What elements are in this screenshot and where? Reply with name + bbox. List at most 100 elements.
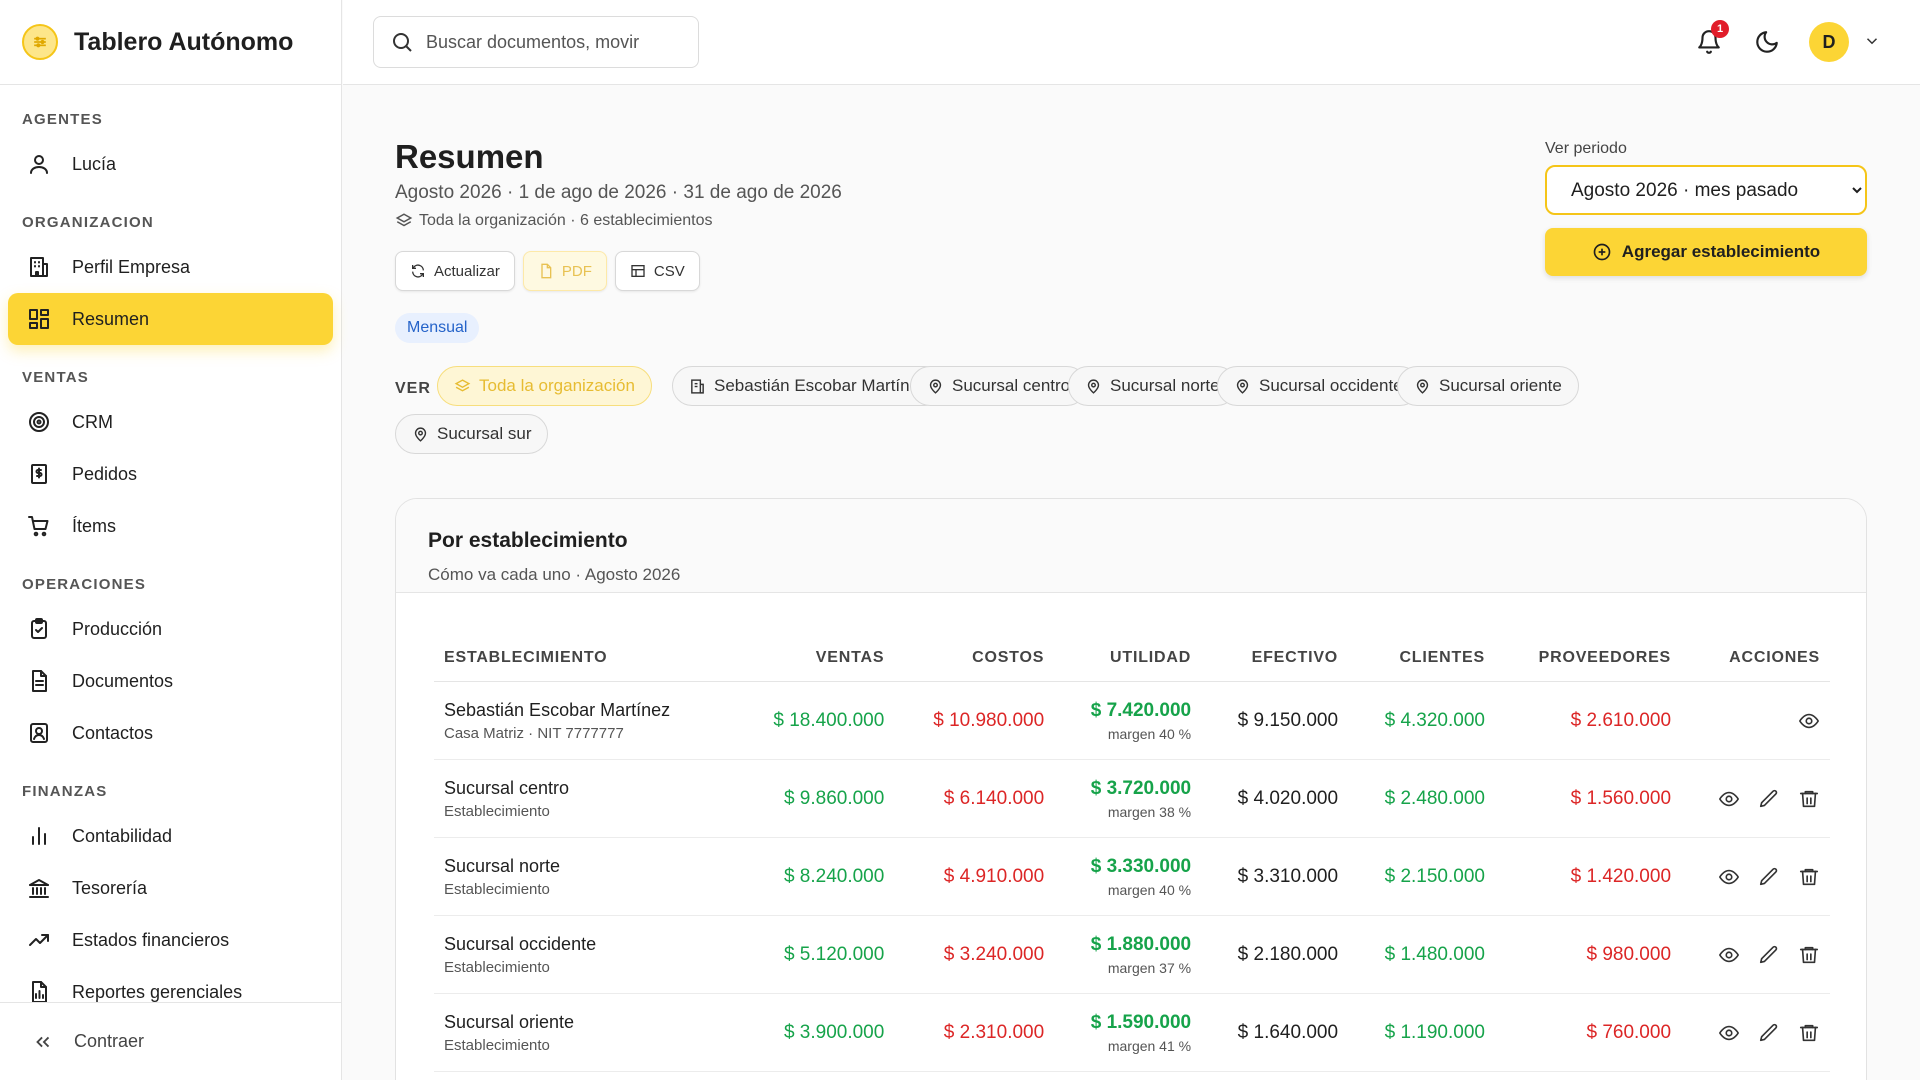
row-actions	[1691, 788, 1820, 810]
pencil-icon[interactable]	[1758, 944, 1780, 966]
brand-logo-icon	[22, 24, 58, 60]
table-row[interactable]: Sucursal norte Establecimiento $ 8.240.00…	[434, 837, 1830, 916]
collapse-label: Contraer	[74, 1031, 145, 1051]
brand[interactable]: Tablero Autónomo	[0, 0, 341, 85]
col-clientes[interactable]: CLIENTES	[1348, 649, 1495, 682]
sidebar-item-contabilidad[interactable]: Contabilidad	[8, 810, 333, 862]
period-select[interactable]: Agosto 2026 · mes pasado	[1545, 165, 1867, 215]
collapse-sidebar-button[interactable]: Contraer	[0, 1002, 341, 1080]
filter-toda-organizacion[interactable]: Toda la organización	[437, 366, 652, 406]
col-utilidad[interactable]: UTILIDAD	[1054, 649, 1202, 682]
building-icon	[691, 378, 704, 394]
search-icon	[393, 33, 412, 52]
trash-icon[interactable]	[1798, 788, 1820, 810]
card-subtitle: Cómo va cada uno · Agosto 2026	[428, 565, 681, 584]
main-content: Resumen Agosto 2026 · 1 de ago de 2026 ·…	[343, 86, 1920, 1080]
filter-label-text: Sucursal centro	[952, 376, 1071, 395]
sidebar-item-label: Producción	[72, 618, 163, 639]
sidebar-item-contactos[interactable]: Contactos	[8, 707, 333, 759]
map-pin-icon	[1087, 378, 1100, 394]
clientes-value: $ 4.320.000	[1348, 681, 1495, 760]
csv-button[interactable]: CSV	[614, 251, 700, 291]
map-pin-icon	[1416, 378, 1429, 394]
sidebar-item-pedidos[interactable]: Pedidos	[8, 448, 333, 500]
pencil-icon[interactable]	[1758, 866, 1780, 888]
margen-value: margen 37 %	[1107, 959, 1192, 976]
clientes-value: $ 1.480.000	[1348, 915, 1495, 994]
sidebar-item-crm[interactable]: CRM	[8, 396, 333, 448]
col-ventas[interactable]: VENTAS	[734, 649, 895, 682]
filter-sucursal-oriente[interactable]: Sucursal oriente	[1397, 366, 1579, 406]
proveedores-value: $ 2.610.000	[1494, 681, 1682, 760]
sidebar-item-label: Tesorería	[72, 877, 148, 898]
table-row[interactable]: Sucursal occidente Establecimiento $ 5.12…	[434, 915, 1830, 994]
theme-toggle-button[interactable]	[1751, 26, 1783, 58]
sidebar-item-perfil-empresa[interactable]: Perfil Empresa	[8, 241, 333, 293]
period-type-chip: Mensual	[395, 313, 480, 343]
refresh-button[interactable]: Actualizar	[395, 251, 515, 291]
proveedores-value: $ 1.420.000	[1494, 837, 1682, 916]
sidebar-item-label: Ítems	[72, 515, 117, 536]
sidebar-item-tesoreria[interactable]: Tesorería	[8, 862, 333, 914]
filter-sucursal-centro[interactable]: Sucursal centro	[910, 366, 1088, 406]
eye-icon[interactable]	[1718, 866, 1740, 888]
sidebar-item-documentos[interactable]: Documentos	[8, 655, 333, 707]
proveedores-value: $ 760.000	[1494, 993, 1682, 1072]
notifications-button[interactable]: 1	[1693, 20, 1729, 58]
trash-icon[interactable]	[1798, 866, 1820, 888]
search-input[interactable]	[426, 31, 676, 53]
section-operaciones: OPERACIONES	[22, 576, 147, 593]
user-menu-button[interactable]	[1863, 32, 1881, 55]
clientes-value: $ 2.480.000	[1348, 759, 1495, 838]
eye-icon[interactable]	[1718, 788, 1740, 810]
trash-icon[interactable]	[1798, 1022, 1820, 1044]
proveedores-value: $ 980.000	[1494, 915, 1682, 994]
filter-casa-matriz[interactable]: Sebastián Escobar Martínez	[672, 366, 945, 406]
search-box[interactable]	[373, 16, 699, 68]
pencil-icon[interactable]	[1758, 1022, 1780, 1044]
table-header-row: ESTABLECIMIENTO VENTAS COSTOS UTILIDAD E…	[434, 649, 1830, 682]
utilidad-value: $ 1.590.000	[1090, 1011, 1192, 1033]
col-efectivo[interactable]: EFECTIVO	[1201, 649, 1349, 682]
sidebar-item-label: Perfil Empresa	[72, 256, 191, 277]
pdf-button[interactable]: PDF	[522, 251, 607, 291]
filter-sucursal-norte[interactable]: Sucursal norte	[1068, 366, 1237, 406]
sidebar-item-produccion[interactable]: Producción	[8, 603, 333, 655]
filter-sucursal-occidente[interactable]: Sucursal occidente	[1217, 366, 1420, 406]
sidebar-item-resumen[interactable]: Resumen	[8, 293, 333, 345]
col-establecimiento[interactable]: ESTABLECIMIENTO	[434, 649, 735, 682]
refresh-label: Actualizar	[434, 262, 500, 280]
sidebar-item-items[interactable]: Ítems	[8, 500, 333, 552]
chevrons-left-icon	[36, 1036, 50, 1047]
clientes-value: $ 1.190.000	[1348, 993, 1495, 1072]
page-scope: Toda la organización · 6 establecimiento…	[395, 212, 713, 230]
eye-icon[interactable]	[1718, 1022, 1740, 1044]
app-title: Tablero Autónomo	[74, 27, 294, 56]
table-row[interactable]: Sucursal oriente Establecimiento $ 3.900.…	[434, 993, 1830, 1072]
col-costos[interactable]: COSTOS	[894, 649, 1055, 682]
pdf-label: PDF	[561, 262, 592, 280]
eye-icon[interactable]	[1718, 944, 1740, 966]
table-row[interactable]: Sucursal centro Establecimiento $ 9.860.0…	[434, 759, 1830, 838]
establishment-type: Casa Matriz · NIT 7777777	[444, 724, 624, 742]
table-row[interactable]: Sebastián Escobar Martínez Casa Matriz · …	[434, 681, 1830, 760]
utilidad-value: $ 3.330.000	[1090, 855, 1192, 877]
user-avatar[interactable]: D	[1809, 22, 1849, 62]
row-actions	[1691, 710, 1820, 732]
pencil-icon[interactable]	[1758, 788, 1780, 810]
trash-icon[interactable]	[1798, 944, 1820, 966]
filter-sucursal-sur[interactable]: Sucursal sur	[395, 414, 549, 454]
utilidad-value: $ 3.720.000	[1090, 777, 1192, 799]
contact-card-icon	[26, 720, 52, 746]
sidebar-item-estados-financieros[interactable]: Estados financieros	[8, 914, 333, 966]
row-actions	[1691, 866, 1820, 888]
col-proveedores[interactable]: PROVEEDORES	[1494, 649, 1682, 682]
sidebar-item-lucia[interactable]: Lucía	[8, 138, 333, 190]
building-icon	[26, 254, 52, 280]
refresh-icon	[412, 264, 424, 278]
add-establishment-button[interactable]: Agregar establecimiento	[1545, 228, 1867, 276]
eye-icon[interactable]	[1798, 710, 1820, 732]
utilidad-value: $ 1.880.000	[1090, 933, 1192, 955]
period-label: Ver periodo	[1545, 140, 1627, 157]
ventas-value: $ 8.240.000	[734, 837, 895, 916]
